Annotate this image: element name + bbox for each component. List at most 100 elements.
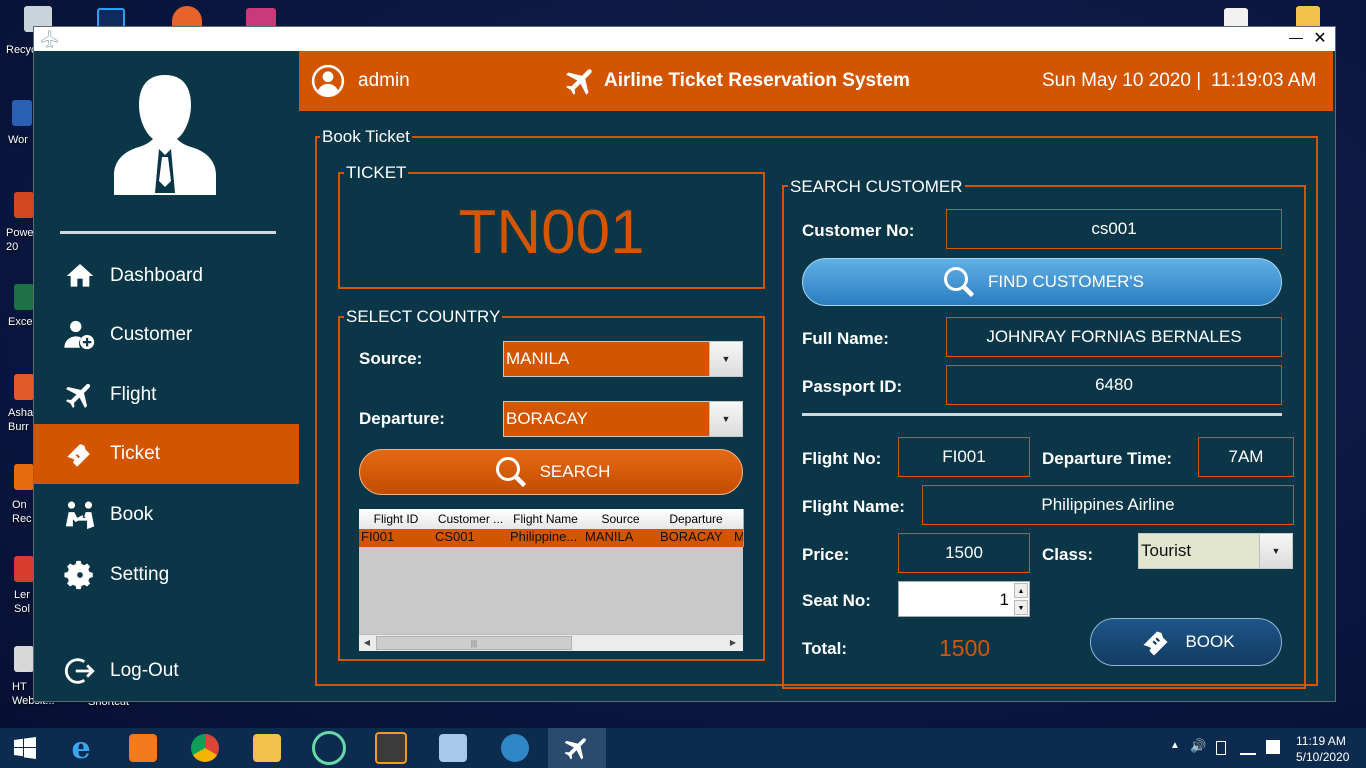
tray-chevron-icon[interactable]: ▲ (1170, 740, 1180, 751)
file-explorer-icon (253, 734, 281, 762)
passport-field[interactable]: 6480 (946, 365, 1282, 405)
table-cell[interactable]: FI001 (359, 529, 436, 547)
chevron-down-icon[interactable]: ▼ (709, 402, 742, 436)
seat-no-stepper[interactable]: 1 ▲ ▼ (898, 581, 1030, 617)
minimize-button[interactable]: — (1286, 29, 1306, 49)
seat-no-label: Seat No: (802, 591, 871, 610)
departure-time-field[interactable]: 7AM (1198, 437, 1294, 477)
notepad-icon[interactable] (1224, 8, 1248, 28)
close-button[interactable]: ✕ (1310, 28, 1330, 48)
source-select[interactable]: MANILA ▼ (503, 341, 743, 377)
asha-icon[interactable] (14, 374, 34, 400)
horizontal-scrollbar[interactable]: ◀ ||| ▶ (359, 634, 743, 651)
table-cell[interactable]: CS001 (433, 529, 511, 547)
sidebar-item-setting[interactable]: Setting (34, 545, 299, 605)
mysql-button[interactable] (486, 728, 544, 768)
price-field[interactable]: 1500 (898, 533, 1030, 573)
user-name: admin (358, 70, 410, 91)
flight-table[interactable]: Flight ID Customer ... Flight Name Sourc… (359, 509, 744, 651)
xampp-button[interactable] (114, 728, 172, 768)
select-country-legend: SELECT COUNTRY (344, 307, 503, 327)
internet-explorer-icon: e (71, 730, 91, 766)
sublime-icon (375, 732, 407, 764)
flight-name-label: Flight Name: (802, 497, 905, 516)
airline-app-button[interactable] (548, 728, 606, 768)
scroll-right-arrow[interactable]: ▶ (727, 637, 739, 649)
sidebar-item-flight[interactable]: Flight (34, 365, 299, 425)
flight-no-field[interactable]: FI001 (898, 437, 1030, 477)
search-customer-legend: SEARCH CUSTOMER (788, 177, 965, 197)
clock-time[interactable]: 11:19 AM (1296, 734, 1346, 748)
table-cell[interactable]: MANILA (583, 529, 661, 547)
chevron-down-icon[interactable]: ▼ (1259, 534, 1292, 568)
onenote-icon[interactable] (14, 464, 34, 490)
full-name-field[interactable]: JOHNRAY FORNIAS BERNALES (946, 317, 1282, 357)
departure-select-value: BORACAY (506, 409, 588, 428)
table-header[interactable]: Source (583, 509, 659, 530)
table-header[interactable]: Departure (658, 509, 735, 530)
photoshop-icon[interactable] (97, 8, 125, 28)
html-icon[interactable] (14, 646, 34, 672)
logout-label: Log-Out (110, 660, 179, 681)
clock-date[interactable]: 5/10/2020 (1296, 750, 1349, 764)
sidebar-item-book[interactable]: Book (34, 485, 299, 545)
internet-explorer-button[interactable]: e (52, 728, 110, 768)
stepper-down-icon[interactable]: ▼ (1014, 600, 1028, 615)
app-shortcut-icon[interactable] (172, 6, 202, 28)
user-circle-icon (311, 64, 345, 98)
intellij-icon[interactable] (246, 8, 276, 28)
volume-icon[interactable]: 🔊 (1190, 738, 1206, 754)
taskbar: e ▲ 🔊 11:19 AM 5/10/2020 (0, 728, 1366, 768)
folder-icon[interactable] (1296, 6, 1320, 28)
sublime-button[interactable] (362, 728, 420, 768)
desktop-icon-label: Asha Burr (8, 407, 34, 433)
find-customer-label: FIND CUSTOMER'S (988, 272, 1144, 291)
flight-name-field[interactable]: Philippines Airline (922, 485, 1294, 525)
search-button[interactable]: SEARCH (359, 449, 743, 495)
scroll-thumb[interactable]: ||| (376, 636, 572, 650)
flight-no-label: Flight No: (802, 449, 882, 468)
desktop-icon-label: Exce (8, 316, 33, 328)
notification-icon[interactable] (1266, 740, 1280, 754)
file-explorer-button[interactable] (238, 728, 296, 768)
excel-icon[interactable] (14, 284, 34, 310)
class-select[interactable]: Tourist ▼ (1138, 533, 1293, 569)
chevron-down-icon[interactable]: ▼ (709, 342, 742, 376)
virtualbox-button[interactable] (424, 728, 482, 768)
word-icon[interactable] (12, 100, 32, 126)
sidebar-item-label: Dashboard (110, 265, 203, 286)
sidebar-item-label: Book (110, 504, 154, 525)
table-cell[interactable]: M (734, 529, 744, 547)
logout-button[interactable]: Log-Out (34, 641, 299, 701)
desktop-icon-label: Recyc (6, 44, 37, 56)
book-icon (62, 497, 98, 533)
sidebar-item-customer[interactable]: Customer (34, 305, 299, 365)
atom-button[interactable] (300, 728, 358, 768)
book-button-label: BOOK (1185, 632, 1235, 651)
table-header[interactable]: Customer ... (433, 509, 509, 530)
sidebar-item-dashboard[interactable]: Dashboard (34, 246, 299, 306)
chrome-button[interactable] (176, 728, 234, 768)
airplane-icon (62, 377, 98, 413)
network-icon[interactable] (1240, 741, 1256, 755)
departure-select[interactable]: BORACAY ▼ (503, 401, 743, 437)
customer-no-field[interactable]: cs001 (946, 209, 1282, 249)
full-name-label: Full Name: (802, 329, 889, 348)
lenovo-icon[interactable] (14, 556, 34, 582)
scroll-left-arrow[interactable]: ◀ (361, 637, 373, 649)
total-label: Total: (802, 639, 848, 658)
book-button[interactable]: BOOK (1090, 618, 1282, 666)
table-cell[interactable]: Philippine... (508, 529, 586, 547)
battery-icon[interactable] (1216, 741, 1226, 755)
table-header[interactable]: Flight Name (508, 509, 584, 530)
sidebar-item-ticket[interactable]: Ticket (34, 424, 299, 484)
stepper-up-icon[interactable]: ▲ (1014, 583, 1028, 598)
start-button[interactable] (0, 728, 50, 768)
table-cell[interactable]: BORACAY (658, 529, 737, 547)
passport-label: Passport ID: (802, 377, 903, 396)
find-customer-button[interactable]: FIND CUSTOMER'S (802, 258, 1282, 306)
table-header[interactable]: Flight ID (359, 509, 434, 530)
powerpoint-icon[interactable] (14, 192, 34, 218)
header-time: 11:19:03 AM (1211, 70, 1317, 91)
seat-no-value[interactable]: 1 (1000, 590, 1009, 610)
